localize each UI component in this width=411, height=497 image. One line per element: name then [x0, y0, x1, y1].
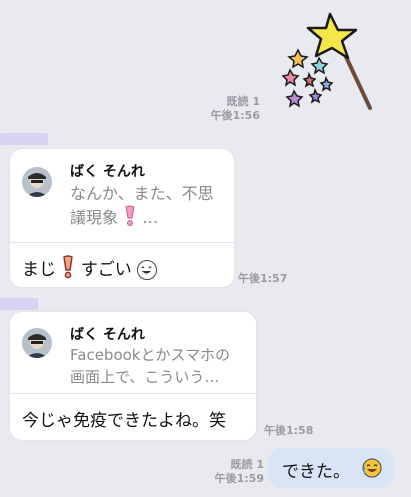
sender-name: ばく そんれ [70, 164, 145, 180]
message-text: まじ すごい [22, 255, 158, 280]
exclamation-icon [61, 255, 75, 279]
avatar[interactable] [22, 167, 52, 197]
quoted-message[interactable]: ばく そんれ なんか、また、不思 議現象 … [10, 149, 234, 243]
reply-accent-bar [0, 298, 38, 310]
reply-message-bubble[interactable]: ばく そんれ Facebookとかスマホの 画面上で、こういう… 今じゃ免疫でき… [10, 312, 256, 440]
timestamp: 午後1:58 [264, 424, 314, 437]
message-meta-4: 既読 1 午後1:59 [208, 458, 264, 486]
timestamp: 午後1:56 [210, 109, 260, 122]
timestamp: 午後1:57 [238, 272, 288, 285]
laughing-tears-icon [362, 458, 382, 478]
read-receipt: 既読 1 [226, 95, 260, 108]
reply-accent-bar [0, 133, 48, 145]
message-meta-1: 既読 1 午後1:56 [196, 95, 260, 123]
quoted-text: なんか、また、不思 議現象 … [70, 184, 214, 227]
quoted-text: Facebookとかスマホの 画面上で、こういう… [70, 346, 231, 386]
sender-name: ばく そんれ [70, 327, 145, 343]
timestamp: 午後1:59 [214, 472, 264, 485]
outgoing-message-bubble[interactable]: できた。 [268, 448, 394, 488]
message-text: できた。 [282, 462, 350, 482]
avatar[interactable] [22, 328, 52, 358]
pink-exclamation-icon [123, 205, 137, 226]
laughing-face-icon [137, 260, 158, 280]
star-wand-sticker[interactable] [272, 8, 382, 112]
reply-message-bubble[interactable]: ばく そんれ なんか、また、不思 議現象 … まじ すごい [10, 149, 234, 287]
read-receipt: 既読 1 [230, 458, 264, 471]
message-text: 今じゃ免疫できたよね。笑 [22, 411, 226, 431]
quoted-message[interactable]: ばく そんれ Facebookとかスマホの 画面上で、こういう… [10, 312, 256, 394]
